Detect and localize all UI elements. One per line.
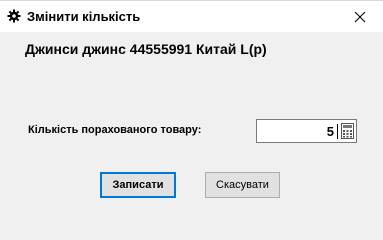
close-button[interactable] [337, 1, 383, 32]
title-bar[interactable]: Змінити кількість [0, 1, 383, 32]
quantity-label: Кількість порахованого товару: [28, 124, 202, 136]
cancel-button[interactable]: Скасувати [205, 172, 280, 198]
gear-icon [7, 9, 21, 23]
calculator-icon[interactable] [341, 123, 354, 139]
save-button[interactable]: Записати [100, 172, 176, 198]
quantity-input[interactable] [259, 122, 335, 140]
text-caret [337, 124, 338, 139]
change-quantity-dialog: Змінити кількість Джинси джинс 44555991 … [0, 0, 383, 207]
dialog-title: Змінити кількість [27, 9, 141, 24]
quantity-field[interactable] [256, 119, 357, 143]
close-icon [354, 11, 366, 23]
product-name: Джинси джинс 44555991 Китай L(р) [25, 41, 267, 57]
